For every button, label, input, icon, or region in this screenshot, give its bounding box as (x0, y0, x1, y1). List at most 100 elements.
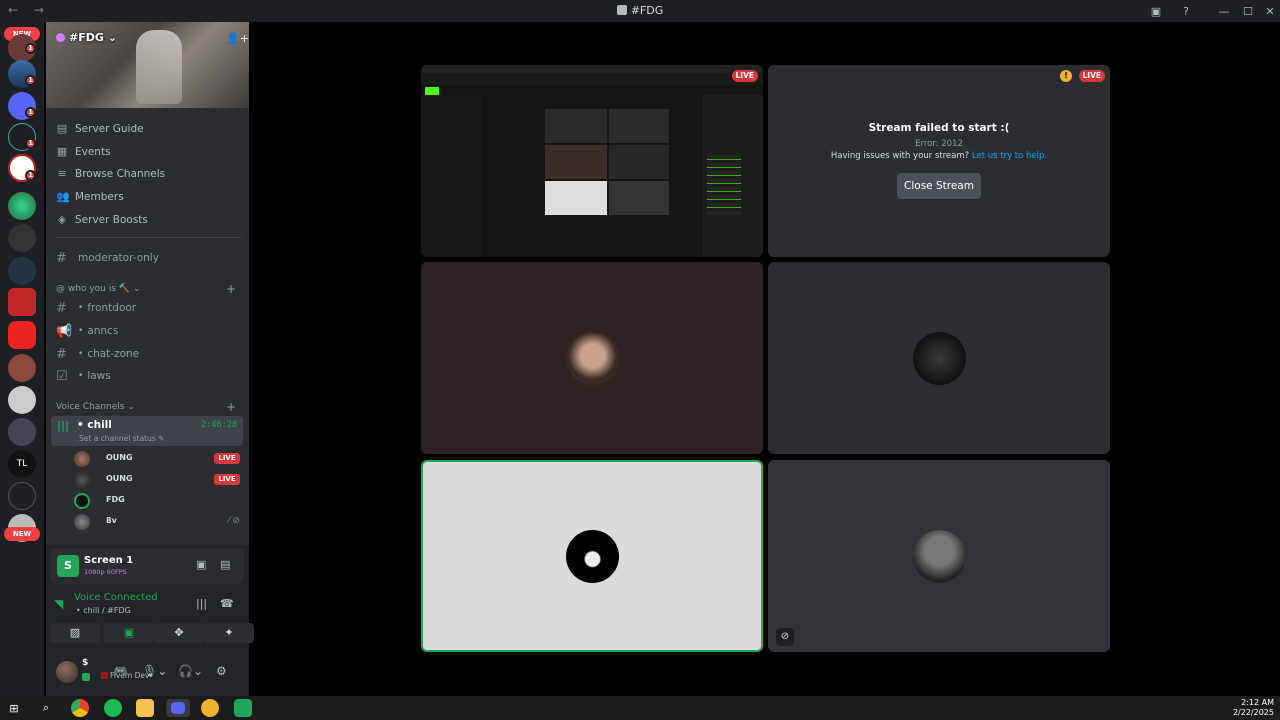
server-name[interactable]: #FDG ⌄ (56, 31, 117, 44)
app-icon[interactable] (234, 699, 252, 717)
server-icon[interactable] (8, 257, 36, 285)
server-icon[interactable] (8, 482, 36, 510)
warning-icon: ! (1060, 70, 1072, 82)
unread-badge: 1 (25, 75, 36, 86)
voice-connected-panel: ◥ Voice Connected • chill / #FDG ||| ☎ (54, 592, 234, 615)
server-icon[interactable] (8, 224, 36, 252)
calendar-icon: ▦ (56, 145, 68, 158)
invite-people-icon[interactable]: 👤+ (226, 32, 249, 45)
browse-icon: ≡ (57, 167, 67, 180)
nav-browse-channels[interactable]: ≡ Browse Channels (56, 164, 242, 184)
server-icon[interactable] (8, 386, 36, 414)
window-title: #FDG (0, 4, 1280, 17)
voice-channel-chill[interactable]: ||| • chill 2:46:28 Set a channel status… (51, 416, 243, 446)
hash-icon: # (56, 300, 67, 316)
unread-badge: 1 (25, 107, 36, 118)
server-icon[interactable]: TL (8, 450, 36, 478)
server-icon[interactable] (8, 192, 36, 220)
microphone-icon[interactable]: 🎙⌄ (142, 664, 167, 678)
headphones-icon[interactable]: 🎧⌄ (178, 664, 203, 678)
avatar (74, 493, 90, 509)
disconnect-icon[interactable]: ☎ (220, 597, 234, 610)
discord-taskbar-icon[interactable] (166, 699, 190, 717)
help-link[interactable]: Let us try to help. (972, 151, 1047, 161)
help-icon[interactable]: ? (1178, 3, 1194, 19)
failed-stream-tile: ! LIVE Stream failed to start :( Error: … (768, 65, 1110, 257)
guide-icon: ▤ (56, 122, 68, 135)
add-channel-icon[interactable]: + (226, 400, 236, 414)
close-stream-button[interactable]: Close Stream (897, 173, 981, 199)
add-channel-icon[interactable]: + (226, 282, 236, 296)
banner-image (136, 30, 182, 104)
voice-user[interactable]: FDG (74, 491, 244, 511)
rules-icon: ☑ (56, 368, 68, 384)
server-banner[interactable]: #FDG ⌄ 👤+ (46, 22, 249, 108)
category-voice-channels[interactable]: Voice Channels ⌄ + (56, 400, 242, 414)
participant-avatar (566, 332, 619, 385)
soundboard-button[interactable]: ✦ (204, 623, 254, 643)
gamepad-icon[interactable]: 🎮 (113, 664, 128, 678)
windows-start-icon[interactable]: ⊞ (5, 699, 23, 717)
video-tile-speaking[interactable] (421, 460, 763, 652)
live-badge: LIVE (214, 453, 240, 464)
channel-frontdoor[interactable]: # • frontdoor (56, 298, 242, 318)
nav-server-guide[interactable]: ▤ Server Guide (56, 119, 242, 139)
avatar (74, 514, 90, 530)
title-bar: ← → #FDG ▣ ? — ☐ ✕ (0, 0, 1280, 22)
nav-events[interactable]: ▦ Events (56, 142, 242, 162)
voice-user[interactable]: 8v ⁄ ⊘ (74, 512, 244, 532)
stream-error-code: Error: 2012 (915, 139, 963, 149)
participant-avatar (913, 530, 966, 583)
voice-user[interactable]: OUNG LIVE (74, 470, 244, 490)
channel-moderator-only[interactable]: # moderator-only (56, 248, 242, 268)
noise-suppression-icon[interactable]: ||| (196, 597, 207, 610)
voice-user[interactable]: OUNG LIVE (74, 449, 244, 469)
inbox-icon[interactable]: ▣ (1148, 3, 1164, 19)
nav-server-boosts[interactable]: ◈ Server Boosts (56, 210, 242, 230)
live-badge: LIVE (1078, 70, 1105, 82)
file-explorer-icon[interactable] (136, 699, 154, 717)
activities-button[interactable]: ✥ (154, 623, 204, 643)
spotify-icon[interactable] (104, 699, 122, 717)
chrome-icon[interactable] (71, 699, 89, 717)
app-icon[interactable] (201, 699, 219, 717)
server-icon[interactable] (8, 288, 36, 316)
live-badge: LIVE (214, 474, 240, 485)
connection-signal-icon[interactable]: ◥ (54, 597, 63, 611)
server-icon[interactable] (8, 354, 36, 382)
new-badge[interactable]: NEW (4, 527, 40, 541)
announcement-icon: 📢 (56, 323, 73, 339)
stream-video (421, 65, 763, 257)
voice-timer: 2:46:28 (201, 420, 237, 430)
channel-anncs[interactable]: 📢 • anncs (56, 321, 242, 341)
channel-status[interactable]: Set a channel status ✎ (79, 434, 164, 443)
server-icon[interactable] (8, 321, 36, 349)
search-icon[interactable]: ⌕ (37, 699, 55, 717)
screen-share-button[interactable]: ▣ (104, 623, 154, 643)
channel-chat-zone[interactable]: # • chat-zone (56, 344, 242, 364)
system-clock[interactable]: 2:12 AM 2/22/2025 (1233, 698, 1274, 718)
nav-members[interactable]: 👥 Members (56, 187, 242, 207)
category-who-you-is[interactable]: @ who you is 🔨 ⌄ + (56, 282, 242, 296)
screen-share-panel: S Screen 1 1080p 60FPS ▣ ▤ (50, 548, 244, 584)
user-area: $ Fivem Dev 🎮 🎙⌄ 🎧⌄ ⚙ (46, 653, 249, 696)
stream-tile[interactable]: LIVE (421, 65, 763, 257)
voice-connected-label[interactable]: Voice Connected (74, 592, 158, 603)
user-panel: S Screen 1 1080p 60FPS ▣ ▤ ◥ Voice Conne… (46, 545, 254, 696)
minimize-icon[interactable]: — (1216, 3, 1232, 19)
maximize-icon[interactable]: ☐ (1240, 3, 1256, 19)
screen-settings-icon[interactable]: ▣ (196, 558, 206, 571)
soundboard-icon[interactable]: ▤ (220, 558, 230, 571)
settings-gear-icon[interactable]: ⚙ (216, 664, 227, 678)
video-tile[interactable] (768, 262, 1110, 454)
unread-badge: 1 (25, 138, 36, 149)
server-icon[interactable] (8, 418, 36, 446)
user-avatar[interactable] (56, 661, 78, 683)
channel-laws[interactable]: ☑ • laws (56, 366, 242, 386)
screen-share-icon: S (57, 555, 79, 577)
video-tile[interactable]: ⊘ (768, 460, 1110, 652)
video-tile[interactable] (421, 262, 763, 454)
close-icon[interactable]: ✕ (1262, 3, 1278, 19)
camera-toggle-button[interactable]: ▨ (50, 623, 100, 643)
windows-taskbar: ⊞ ⌕ 2:12 AM 2/22/2025 (0, 696, 1280, 720)
